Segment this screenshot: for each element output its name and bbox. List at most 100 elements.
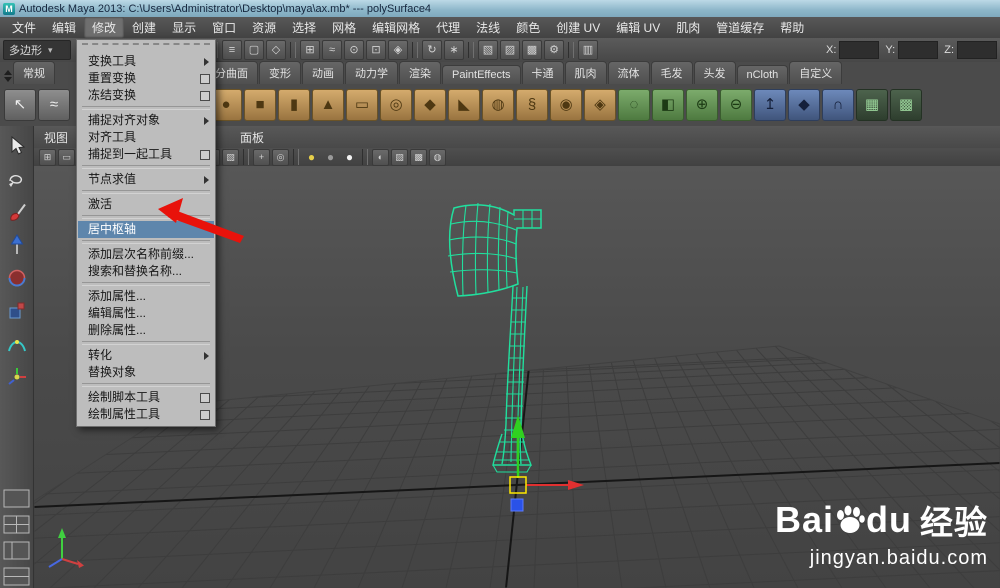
xray-mode-icon[interactable]: ◍: [429, 148, 446, 166]
grid-toggle-icon[interactable]: ⊞: [39, 148, 56, 166]
menu-item-snap-together-tool[interactable]: 捕捉到一起工具: [78, 146, 214, 163]
menu-create-uv[interactable]: 创建 UV: [548, 17, 608, 38]
option-box-icon[interactable]: [200, 410, 210, 420]
shelf-platonic-icon[interactable]: ◈: [584, 89, 616, 121]
menu-help[interactable]: 帮助: [772, 17, 812, 38]
menu-item-replace-objects[interactable]: 替换对象: [78, 364, 214, 381]
textured-mode-icon[interactable]: ▨: [391, 148, 408, 166]
move-tool[interactable]: [3, 231, 31, 259]
all-lights-indicator[interactable]: ●: [341, 149, 358, 166]
menu-item-evaluate-nodes[interactable]: 节点求值: [78, 171, 214, 188]
paint-select-tool[interactable]: [3, 198, 31, 226]
shelf-smooth-icon[interactable]: ◌: [618, 89, 650, 121]
option-box-icon[interactable]: [200, 150, 210, 160]
shelf-tab-muscle[interactable]: 肌肉: [564, 61, 607, 84]
menu-item-snap-align-objects[interactable]: 捕捉对齐对象: [78, 112, 214, 129]
shelf-bevel-icon[interactable]: ◆: [788, 89, 820, 121]
shelf-uv-editor-icon[interactable]: ▩: [890, 89, 922, 121]
film-gate-icon[interactable]: ▭: [58, 148, 75, 166]
select-component-icon[interactable]: ◇: [266, 40, 286, 60]
z-coordinate-input[interactable]: [957, 41, 997, 59]
shelf-prism-icon[interactable]: ◆: [414, 89, 446, 121]
shelf-select-icon[interactable]: ↖: [4, 89, 36, 121]
menu-edit-mesh[interactable]: 编辑网格: [364, 17, 428, 38]
make-live-icon[interactable]: ◈: [388, 40, 408, 60]
menu-item-delete-attribute[interactable]: 删除属性...: [78, 322, 214, 339]
default-light-indicator[interactable]: ●: [322, 149, 339, 166]
menu-item-prefix-hierarchy-names[interactable]: 添加层次名称前缀...: [78, 246, 214, 263]
layout-single-pane-button[interactable]: [3, 489, 30, 508]
x-coordinate-input[interactable]: [839, 41, 880, 59]
menu-item-edit-attribute[interactable]: 编辑属性...: [78, 305, 214, 322]
select-tool[interactable]: [3, 132, 31, 160]
menu-mesh[interactable]: 网格: [324, 17, 364, 38]
menu-item-paint-attributes-tool[interactable]: 绘制属性工具: [78, 406, 214, 423]
menu-normals[interactable]: 法线: [468, 17, 508, 38]
panel-menu-panels[interactable]: 面板: [230, 127, 274, 148]
layout-two-pane-stacked-button[interactable]: [3, 567, 30, 586]
snap-to-point-icon[interactable]: ⊙: [344, 40, 364, 60]
option-box-icon[interactable]: [200, 74, 210, 84]
shelf-mirror-icon[interactable]: ◧: [652, 89, 684, 121]
lasso-tool[interactable]: [3, 165, 31, 193]
option-box-icon[interactable]: [200, 393, 210, 403]
z-axis-handle[interactable]: [510, 498, 524, 512]
menu-window[interactable]: 窗口: [204, 17, 244, 38]
axe-model[interactable]: [447, 202, 542, 473]
shelf-cone-icon[interactable]: ▲: [312, 89, 344, 121]
shelf-tab-arrows[interactable]: [2, 68, 13, 84]
no-lights-indicator[interactable]: ●: [303, 149, 320, 166]
pane-toggle-icon[interactable]: ▥: [578, 40, 598, 60]
shelf-tab-deformation[interactable]: 变形: [259, 61, 301, 84]
layout-two-pane-side-button[interactable]: [3, 541, 30, 560]
shelf-reduce-icon[interactable]: ⊖: [720, 89, 752, 121]
menu-tearoff-handle[interactable]: [82, 43, 210, 50]
shelf-soccerball-icon[interactable]: ◉: [550, 89, 582, 121]
menu-item-paint-scripts-tool[interactable]: 绘制脚本工具: [78, 389, 214, 406]
layout-four-pane-button[interactable]: [3, 515, 30, 534]
menu-proxy[interactable]: 代理: [428, 17, 468, 38]
shelf-cube-icon[interactable]: ■: [244, 89, 276, 121]
select-object-icon[interactable]: ▢: [244, 40, 264, 60]
shelf-torus-icon[interactable]: ◎: [380, 89, 412, 121]
option-box-icon[interactable]: [200, 91, 210, 101]
render-frame-icon[interactable]: ▨: [500, 40, 520, 60]
rotate-tool[interactable]: [3, 264, 31, 292]
shelf-tab-hair[interactable]: 头发: [693, 61, 736, 84]
menu-pipeline-cache[interactable]: 管道缓存: [708, 17, 772, 38]
scale-tool[interactable]: [3, 297, 31, 325]
menu-item-freeze-transformations[interactable]: 冻结变换: [78, 87, 214, 104]
menu-create[interactable]: 创建: [124, 17, 164, 38]
shelf-cylinder-icon[interactable]: ▮: [278, 89, 310, 121]
pan-zoom-icon[interactable]: +: [253, 148, 270, 166]
ipr-render-icon[interactable]: ▩: [522, 40, 542, 60]
menu-item-search-replace-names[interactable]: 搜索和替换名称...: [78, 263, 214, 280]
shelf-helix-icon[interactable]: §: [516, 89, 548, 121]
menu-item-add-attribute[interactable]: 添加属性...: [78, 288, 214, 305]
shelf-extrude-icon[interactable]: ↥: [754, 89, 786, 121]
shelf-tab-ncloth[interactable]: nCloth: [736, 65, 789, 84]
menu-assets[interactable]: 资源: [244, 17, 284, 38]
render-view-icon[interactable]: ▧: [478, 40, 498, 60]
shelf-plane-icon[interactable]: ▭: [346, 89, 378, 121]
menu-color[interactable]: 颜色: [508, 17, 548, 38]
menu-file[interactable]: 文件: [4, 17, 44, 38]
menu-item-align-tool[interactable]: 对齐工具: [78, 129, 214, 146]
shelf-bridge-icon[interactable]: ∩: [822, 89, 854, 121]
shelf-tab-custom[interactable]: 自定义: [789, 61, 843, 84]
shelf-tab-rendering[interactable]: 渲染: [399, 61, 441, 84]
menu-modify[interactable]: 修改: [84, 17, 125, 38]
menu-set-selector[interactable]: 多边形 ▾: [3, 40, 71, 60]
menu-muscle[interactable]: 肌肉: [668, 17, 708, 38]
shelf-tab-painteffects[interactable]: PaintEffects: [442, 65, 521, 84]
select-hierarchy-icon[interactable]: ≡: [222, 40, 242, 60]
menu-edit[interactable]: 编辑: [44, 17, 84, 38]
history-icon[interactable]: ↻: [422, 40, 442, 60]
construction-history-icon[interactable]: ∗: [444, 40, 464, 60]
wireframe-mode-icon[interactable]: ▩: [410, 148, 427, 166]
menu-edit-uv[interactable]: 编辑 UV: [608, 17, 668, 38]
shelf-pyramid-icon[interactable]: ◣: [448, 89, 480, 121]
show-manipulator-tool[interactable]: [3, 363, 31, 391]
y-coordinate-input[interactable]: [898, 41, 939, 59]
shelf-pipe-icon[interactable]: ◍: [482, 89, 514, 121]
